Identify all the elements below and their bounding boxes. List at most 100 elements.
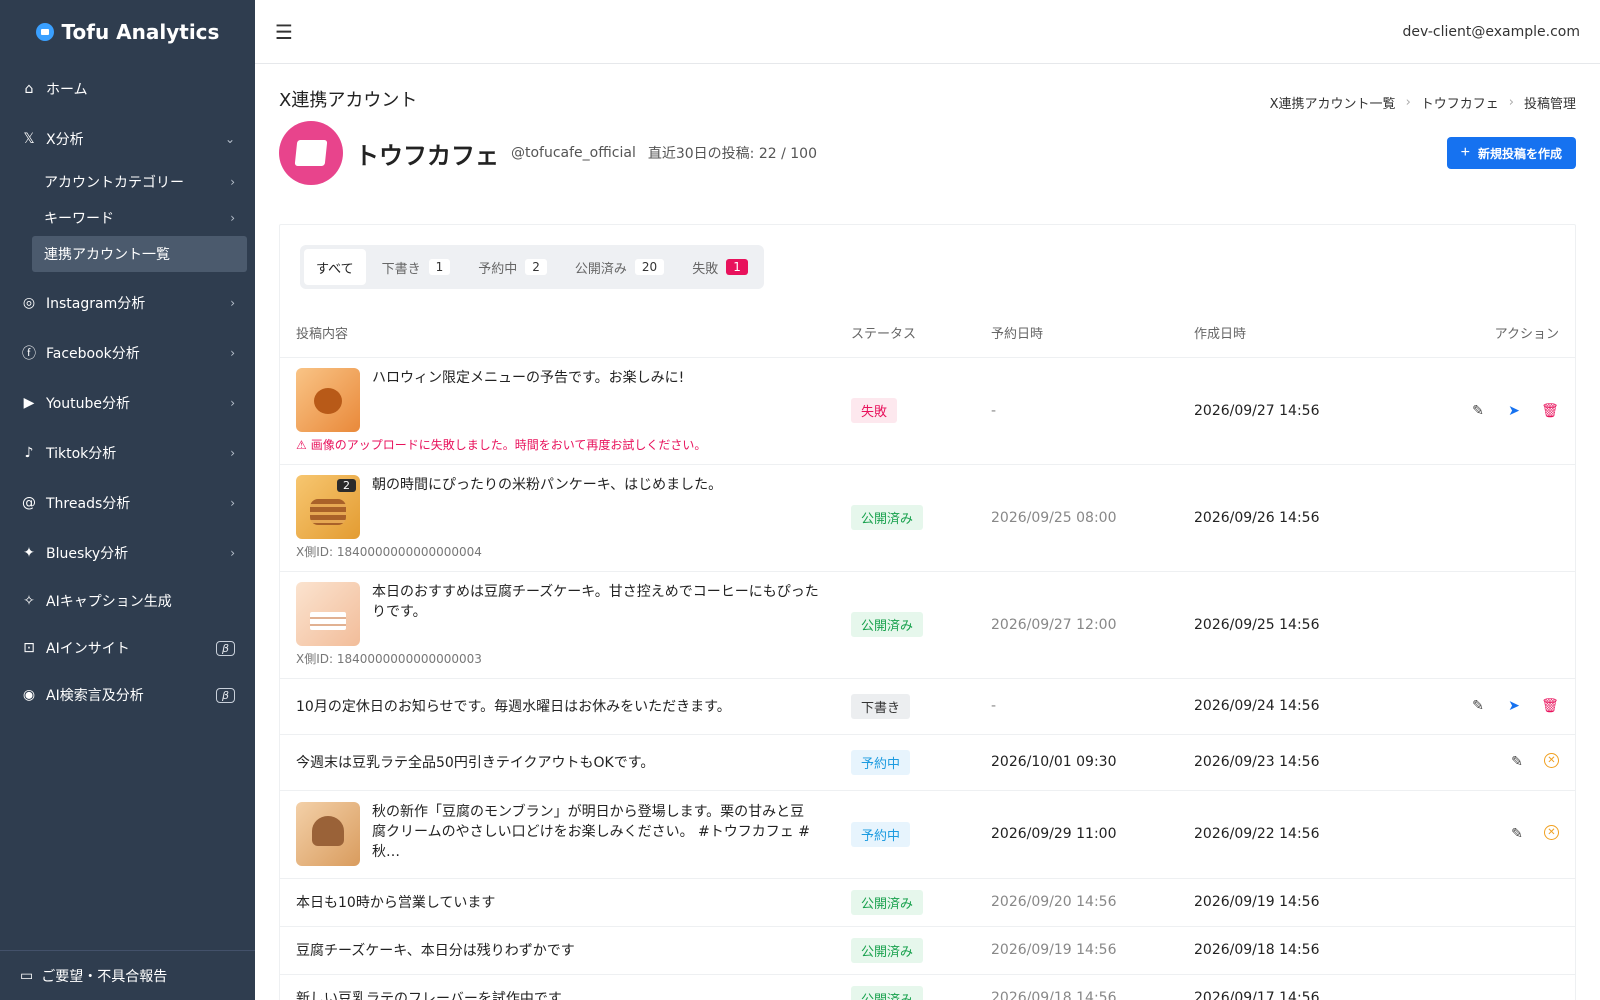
- account-handle: @tofucafe_official: [511, 145, 636, 161]
- breadcrumb-item[interactable]: X連携アカウント一覧: [1270, 93, 1396, 112]
- robot-icon: ⊡: [23, 640, 35, 656]
- post-content: 秋の新作「豆腐のモンブラン」が明日から登場します。栗の甘みと豆腐クリームのやさし…: [296, 802, 819, 866]
- status-tabs: すべて 下書き 1 予約中 2 公開済み 20 失敗 1: [300, 245, 764, 289]
- tab-label: 下書き: [381, 261, 421, 277]
- sidebar-item-ai-insight[interactable]: ⊡ AIインサイト β: [0, 626, 255, 670]
- scheduled-date: 2026/10/01 09:30: [975, 734, 1178, 791]
- sidebar-item-label: キーワード: [44, 211, 114, 227]
- sidebar-item-home[interactable]: ⌂ ホーム: [0, 64, 255, 114]
- tofu-logo-icon: [35, 23, 54, 41]
- sidebar-nav: ⌂ ホーム 𝕏 X分析 ⌄ アカウントカテゴリー › キーワード › 連携アカウ…: [0, 64, 255, 720]
- tab-count: 20: [634, 259, 665, 275]
- sidebar-item-keyword[interactable]: キーワード ›: [0, 200, 255, 236]
- edit-icon[interactable]: ✎: [1508, 825, 1526, 843]
- status-badge: 公開済み: [851, 985, 924, 1000]
- sidebar-item-label: AIキャプション生成: [46, 594, 172, 610]
- cancel-schedule-icon[interactable]: ✕: [1544, 825, 1559, 840]
- hamburger-icon[interactable]: ☰: [275, 20, 293, 44]
- sidebar: Tofu Analytics ⌂ ホーム 𝕏 X分析 ⌄ アカウントカテゴリー …: [0, 0, 255, 1000]
- image-count-badge: 2: [337, 479, 356, 492]
- sidebar-item-instagram[interactable]: ◎ Instagram分析 ›: [0, 278, 255, 328]
- table-row[interactable]: 本日も10時から営業しています 公開済み 2026/09/20 14:56 20…: [280, 878, 1575, 927]
- brand[interactable]: Tofu Analytics: [0, 0, 255, 64]
- chevron-right-icon: ›: [230, 446, 235, 460]
- scheduled-date: 2026/09/25 08:00: [975, 464, 1178, 572]
- sparkle-icon: ✧: [23, 593, 35, 609]
- column-header: 投稿内容: [280, 309, 835, 358]
- sidebar-item-bluesky[interactable]: ✦ Bluesky分析 ›: [0, 528, 255, 578]
- post-text: 今週末は豆乳ラテ全品50円引きテイクアウトもOKです。: [280, 734, 835, 791]
- sidebar-item-threads[interactable]: @ Threads分析 ›: [0, 478, 255, 528]
- sidebar-item-label: 連携アカウント一覧: [44, 247, 170, 263]
- beta-badge: β: [215, 640, 235, 656]
- send-icon[interactable]: ➤: [1505, 697, 1523, 715]
- tab-scheduled[interactable]: 予約中 2: [466, 249, 559, 285]
- sidebar-item-account-category[interactable]: アカウントカテゴリー ›: [0, 164, 255, 200]
- x-post-id: X側ID: 1840000000000000003: [296, 652, 482, 666]
- post-text: 新しい豆乳ラテのフレーバーを試作中です: [280, 974, 835, 1000]
- table-row[interactable]: 10月の定休日のお知らせです。毎週水曜日はお休みをいただきます。 下書き - 2…: [280, 678, 1575, 735]
- chevron-right-icon: ›: [230, 211, 235, 225]
- tab-draft[interactable]: 下書き 1: [370, 249, 463, 285]
- posts-table: 投稿内容 ステータス 予約日時 作成日時 アクション ハロウィン限定メニューの予…: [280, 309, 1575, 1000]
- post-text: 秋の新作「豆腐のモンブラン」が明日から登場します。栗の甘みと豆腐クリームのやさし…: [372, 804, 810, 860]
- tab-count: 2: [525, 259, 547, 275]
- feedback-link[interactable]: ▭ ご要望・不具合報告: [0, 950, 255, 1000]
- sidebar-item-facebook[interactable]: ⓕ Facebook分析 ›: [0, 328, 255, 378]
- cancel-schedule-icon[interactable]: ✕: [1544, 753, 1559, 768]
- trash-icon[interactable]: 🗑: [1541, 402, 1559, 420]
- sidebar-item-ai-caption[interactable]: ✧ AIキャプション生成: [0, 576, 255, 626]
- new-post-button[interactable]: + 新規投稿を作成: [1446, 137, 1576, 169]
- column-header: 作成日時: [1178, 309, 1368, 358]
- edit-icon[interactable]: ✎: [1469, 402, 1487, 420]
- sidebar-item-youtube[interactable]: ▶ Youtube分析 ›: [0, 378, 255, 428]
- sidebar-item-label: Youtube分析: [46, 396, 130, 412]
- sidebar-item-tiktok[interactable]: ♪ Tiktok分析 ›: [0, 428, 255, 478]
- table-row[interactable]: 2 朝の時間にぴったりの米粉パンケーキ、はじめました。 X側ID: 184000…: [280, 464, 1575, 572]
- post-text: 朝の時間にぴったりの米粉パンケーキ、はじめました。: [372, 477, 723, 493]
- table-row[interactable]: 秋の新作「豆腐のモンブラン」が明日から登場します。栗の甘みと豆腐クリームのやさし…: [280, 790, 1575, 879]
- tab-all[interactable]: すべて: [304, 249, 366, 285]
- tab-failed[interactable]: 失敗 1: [680, 249, 760, 285]
- post-content: ハロウィン限定メニューの予告です。お楽しみに!: [296, 368, 819, 432]
- sidebar-item-x[interactable]: 𝕏 X分析 ⌄: [0, 114, 255, 164]
- sidebar-item-label: アカウントカテゴリー: [44, 175, 184, 191]
- home-icon: ⌂: [24, 81, 34, 97]
- sidebar-item-label: ホーム: [46, 82, 88, 98]
- created-date: 2026/09/19 14:56: [1178, 878, 1368, 927]
- breadcrumb-item[interactable]: トウフカフェ: [1421, 93, 1499, 112]
- chevron-right-icon: ›: [230, 175, 235, 189]
- post-text: 本日も10時から営業しています: [280, 878, 835, 927]
- user-email[interactable]: dev-client@example.com: [1402, 24, 1580, 40]
- created-date: 2026/09/24 14:56: [1178, 678, 1368, 735]
- sidebar-item-label: Instagram分析: [46, 296, 146, 312]
- table-row[interactable]: 本日のおすすめは豆腐チーズケーキ。甘さ控えめでコーヒーにもぴったりです。 X側I…: [280, 571, 1575, 679]
- tab-count: 1: [726, 259, 748, 275]
- scheduled-date: -: [975, 678, 1178, 735]
- row-actions: ✎ ✕: [1384, 753, 1559, 771]
- page-head: X連携アカウント X連携アカウント一覧 › トウフカフェ › 投稿管理: [279, 64, 1576, 114]
- account-header: トウフカフェ @tofucafe_official 直近30日の投稿: 22 /…: [279, 120, 1576, 186]
- scheduled-date: 2026/09/27 12:00: [975, 571, 1178, 679]
- facebook-icon: ⓕ: [22, 346, 36, 362]
- sidebar-item-linked-accounts[interactable]: 連携アカウント一覧: [32, 236, 247, 272]
- edit-icon[interactable]: ✎: [1508, 753, 1526, 771]
- send-icon[interactable]: ➤: [1505, 402, 1523, 420]
- post-thumbnail: [296, 368, 360, 432]
- status-badge: 予約中: [851, 821, 911, 847]
- table-row[interactable]: 新しい豆乳ラテのフレーバーを試作中です 公開済み 2026/09/18 14:5…: [280, 974, 1575, 1000]
- post-text: 本日のおすすめは豆腐チーズケーキ。甘さ控えめでコーヒーにもぴったりです。: [372, 584, 819, 620]
- chevron-right-icon: ›: [1508, 95, 1514, 110]
- table-row[interactable]: 今週末は豆乳ラテ全品50円引きテイクアウトもOKです。 予約中 2026/10/…: [280, 734, 1575, 791]
- tab-published[interactable]: 公開済み 20: [563, 249, 676, 285]
- table-row[interactable]: 豆腐チーズケーキ、本日分は残りわずかです 公開済み 2026/09/19 14:…: [280, 926, 1575, 975]
- radar-icon: ◉: [22, 687, 36, 703]
- sidebar-item-label: Bluesky分析: [46, 546, 129, 562]
- table-row[interactable]: ハロウィン限定メニューの予告です。お楽しみに! ⚠ 画像のアップロードに失敗しま…: [280, 357, 1575, 465]
- status-badge: 予約中: [851, 749, 911, 775]
- instagram-icon: ◎: [22, 295, 36, 311]
- x-post-id: X側ID: 1840000000000000004: [296, 545, 482, 559]
- edit-icon[interactable]: ✎: [1469, 697, 1487, 715]
- sidebar-item-ai-search[interactable]: ◉ AI検索言及分析 β: [0, 670, 255, 720]
- trash-icon[interactable]: 🗑: [1541, 697, 1559, 715]
